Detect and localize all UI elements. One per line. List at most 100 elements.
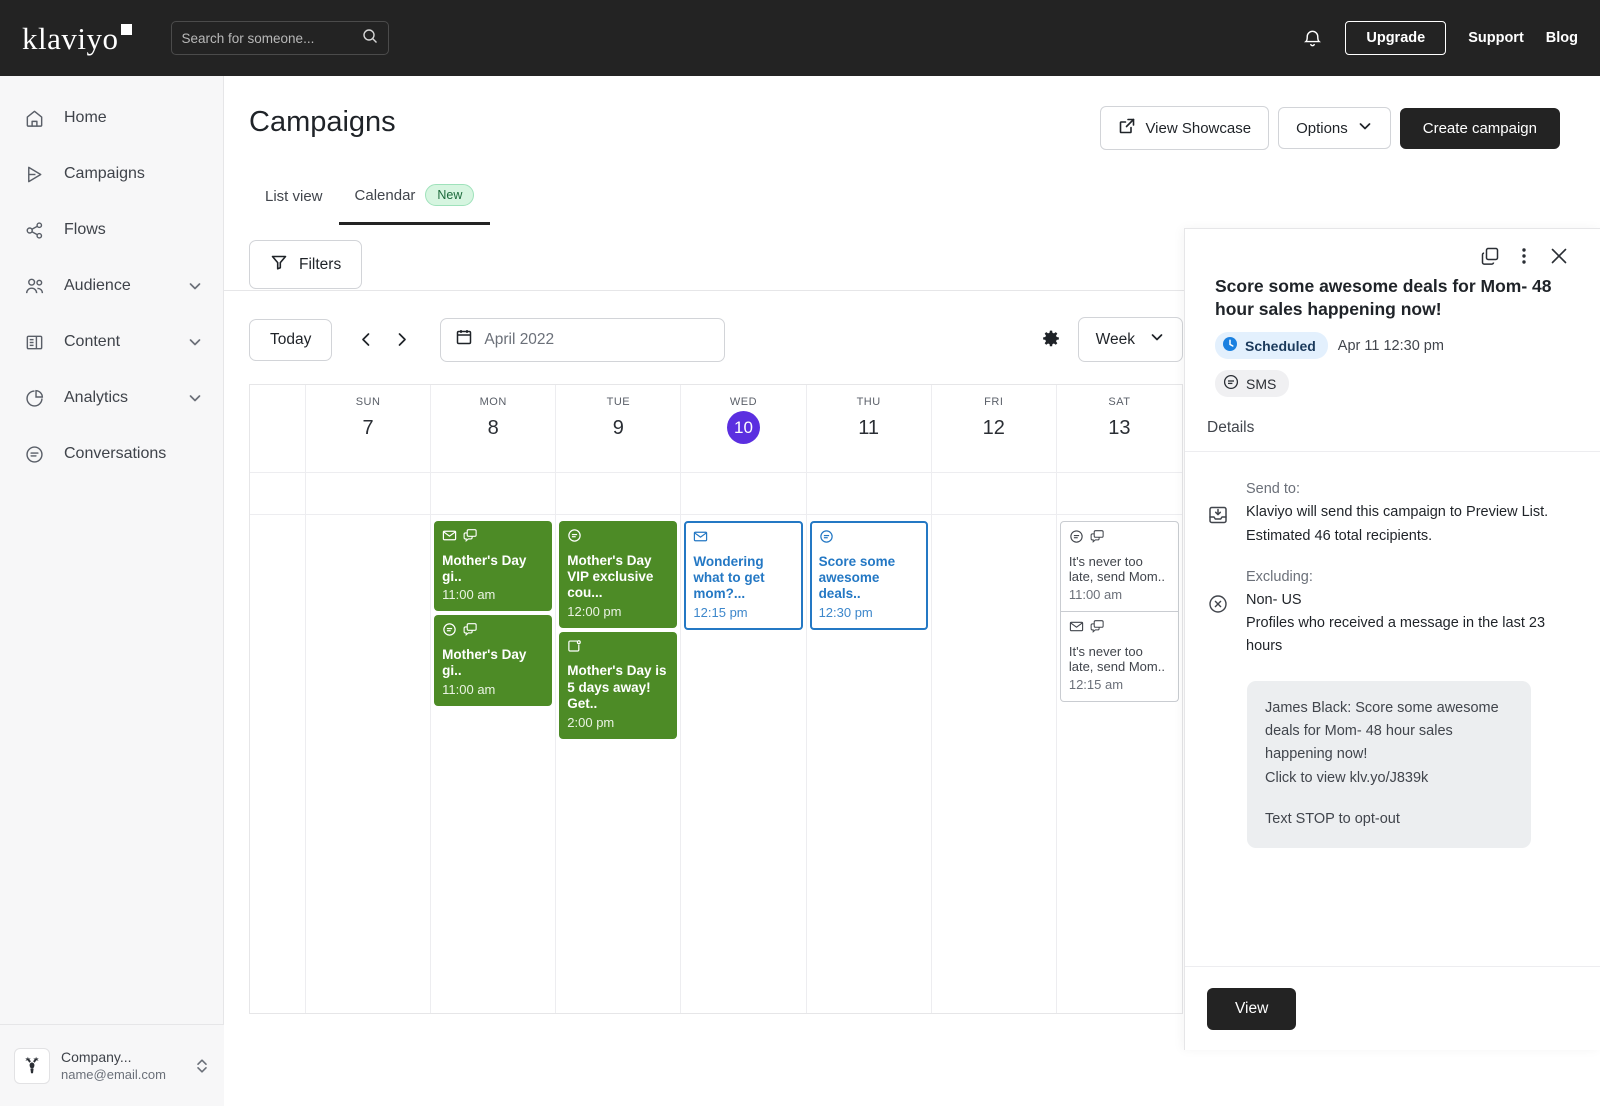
calendar-event[interactable]: Mother's Day gi.. 11:00 am <box>434 521 552 611</box>
envelope-icon <box>693 529 708 550</box>
chevron-up-down-icon[interactable] <box>194 1056 210 1076</box>
sidebar-item-label: Content <box>64 333 120 351</box>
calendar-nav-arrows <box>354 327 414 352</box>
allday-cell-sat[interactable] <box>1057 473 1182 515</box>
exclude-circle-icon <box>1207 566 1229 659</box>
allday-cell-wed[interactable] <box>681 473 806 515</box>
account-switcher[interactable]: Company... name@email.com <box>0 1024 224 1106</box>
support-link[interactable]: Support <box>1468 30 1524 46</box>
channel-badge: SMS <box>1215 370 1289 397</box>
day-column-sat[interactable]: It's never too late, send Mom.. 11:00 am <box>1057 515 1182 1013</box>
tab-calendar[interactable]: Calendar New <box>339 172 491 225</box>
allday-cell-mon[interactable] <box>431 473 556 515</box>
envelope-icon <box>1069 619 1084 640</box>
panel-body: Send to: Klaviyo will send this campaign… <box>1185 452 1600 848</box>
status-badge-label: Scheduled <box>1245 338 1316 354</box>
allday-cell-thu[interactable] <box>807 473 932 515</box>
send-to-text: Send to: Klaviyo will send this campaign… <box>1246 478 1570 548</box>
close-icon[interactable] <box>1548 245 1570 267</box>
excluding-row: Excluding: Non- US Profiles who received… <box>1207 566 1570 659</box>
event-title: Mother's Day gi.. <box>442 553 545 586</box>
view-showcase-label: View Showcase <box>1145 120 1251 137</box>
calendar-event[interactable]: Wondering what to get mom?... 12:15 pm <box>684 521 802 630</box>
day-name: SAT <box>1108 396 1130 408</box>
notifications-bell-icon[interactable] <box>1302 28 1323 49</box>
day-number: 12 <box>983 417 1005 440</box>
chevron-down-icon[interactable] <box>187 334 203 350</box>
date-picker-field[interactable]: April 2022 <box>440 318 725 362</box>
sms-icon <box>819 529 834 550</box>
calendar-event[interactable]: It's never too late, send Mom.. 11:00 am <box>1060 521 1179 612</box>
sidebar-item-audience[interactable]: Audience <box>0 258 223 314</box>
day-header-sun: SUN 7 <box>306 385 431 473</box>
next-period-icon[interactable] <box>389 327 414 352</box>
sidebar-item-flows[interactable]: Flows <box>0 202 223 258</box>
day-column-sun[interactable] <box>306 515 431 1013</box>
day-column-fri[interactable] <box>932 515 1057 1013</box>
sms-preview-bubble: James Black: Score some awesome deals fo… <box>1247 681 1531 848</box>
sms-preview-line-2: Click to view klv.yo/J839k <box>1265 767 1513 790</box>
sidebar-item-home[interactable]: Home <box>0 90 223 146</box>
prev-period-icon[interactable] <box>354 327 379 352</box>
day-column-thu[interactable]: Score some awesome deals.. 12:30 pm <box>807 515 932 1013</box>
allday-cell-sun[interactable] <box>306 473 431 515</box>
calendar-event[interactable]: It's never too late, send Mom.. 12:15 am <box>1060 612 1179 702</box>
view-period-select[interactable]: Week <box>1078 317 1183 362</box>
day-column-wed[interactable]: Wondering what to get mom?... 12:15 pm <box>681 515 806 1013</box>
campaign-detail-panel: Score some awesome deals for Mom- 48 hou… <box>1184 228 1600 1050</box>
excluding-line-1: Non- US <box>1246 589 1570 612</box>
page-title: Campaigns <box>249 106 396 139</box>
day-column-mon[interactable]: Mother's Day gi.. 11:00 am <box>431 515 556 1013</box>
options-button[interactable]: Options <box>1278 107 1391 149</box>
day-column-tue[interactable]: Mother's Day VIP exclusive cou... 12:00 … <box>556 515 681 1013</box>
search-field-wrapper[interactable] <box>171 21 389 55</box>
sidebar-item-label: Audience <box>64 277 131 295</box>
tab-list-view[interactable]: List view <box>249 176 339 221</box>
sidebar-item-content[interactable]: Content <box>0 314 223 370</box>
chat-icon <box>24 444 50 465</box>
search-icon[interactable] <box>362 28 378 49</box>
gear-icon[interactable] <box>1040 329 1062 351</box>
today-button[interactable]: Today <box>249 319 332 361</box>
search-input[interactable] <box>182 31 362 46</box>
view-showcase-button[interactable]: View Showcase <box>1100 106 1269 150</box>
clock-icon <box>1222 336 1238 355</box>
logo-square-icon <box>121 24 132 35</box>
allday-cell-fri[interactable] <box>932 473 1057 515</box>
calendar-event[interactable]: Mother's Day VIP exclusive cou... 12:00 … <box>559 521 677 628</box>
view-period-value: Week <box>1096 331 1135 349</box>
sidebar-item-campaigns[interactable]: Campaigns <box>0 146 223 202</box>
excluding-line-2: Profiles who received a message in the l… <box>1246 612 1570 658</box>
duplicate-icon[interactable] <box>1480 246 1500 266</box>
panel-header-icons <box>1215 245 1570 267</box>
sidebar-item-conversations[interactable]: Conversations <box>0 426 223 482</box>
sidebar-item-analytics[interactable]: Analytics <box>0 370 223 426</box>
sidebar-item-label: Home <box>64 109 107 127</box>
filters-label: Filters <box>299 256 341 274</box>
external-link-icon <box>1118 117 1136 139</box>
chevron-down-icon[interactable] <box>187 390 203 406</box>
calendar-event[interactable]: Mother's Day gi.. 11:00 am <box>434 615 552 705</box>
allday-cell-tue[interactable] <box>556 473 681 515</box>
people-icon <box>24 275 50 297</box>
calendar-event[interactable]: Score some awesome deals.. 12:30 pm <box>810 521 928 630</box>
chevron-down-icon[interactable] <box>187 278 203 294</box>
upgrade-button[interactable]: Upgrade <box>1345 21 1446 55</box>
pie-chart-icon <box>24 388 50 409</box>
day-header-mon: MON 8 <box>431 385 556 473</box>
klaviyo-logo[interactable]: klaviyo <box>22 23 119 54</box>
page-header: Campaigns View Showcase Options <box>224 76 1600 150</box>
channel-badge-label: SMS <box>1246 376 1276 392</box>
day-header-sat: SAT 13 <box>1057 385 1182 473</box>
top-navigation-bar: klaviyo Upgrade Support Blog <box>0 0 1600 76</box>
account-name: Company... <box>61 1048 166 1066</box>
create-campaign-button[interactable]: Create campaign <box>1400 108 1560 149</box>
view-button[interactable]: View <box>1207 988 1296 1030</box>
blog-link[interactable]: Blog <box>1546 30 1578 46</box>
filters-button[interactable]: Filters <box>249 240 362 289</box>
more-options-icon[interactable] <box>1521 246 1527 266</box>
content-icon <box>24 332 50 353</box>
event-icons <box>442 528 545 549</box>
calendar-event[interactable]: Mother's Day is 5 days away! Get.. 2:00 … <box>559 632 677 739</box>
options-label: Options <box>1296 120 1348 137</box>
